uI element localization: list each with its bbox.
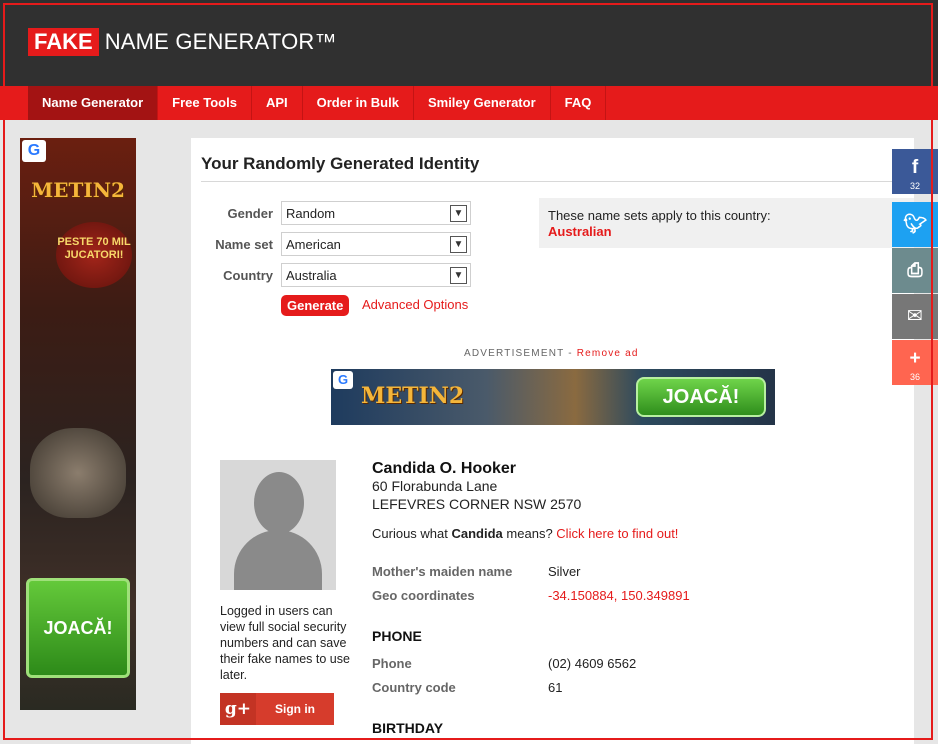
google-signin-button[interactable]: g+ Sign in: [220, 693, 334, 725]
advertisement-label: ADVERTISEMENT - Remove ad: [464, 348, 639, 359]
twitter-icon: 🐦︎: [902, 214, 928, 235]
logo-rest-text: NAME GENERATOR™: [104, 29, 337, 54]
share-print-button[interactable]: ⎙: [892, 248, 938, 293]
country-info-text: These name sets apply to this country:: [548, 208, 771, 223]
facebook-icon: f: [911, 157, 919, 178]
nav-api[interactable]: API: [252, 86, 303, 120]
avatar-body-silhouette: [234, 530, 322, 590]
country-label: Country: [223, 267, 273, 283]
mothers-maiden-label: Mother's maiden name: [372, 564, 513, 579]
google-plus-icon: g+: [220, 693, 256, 725]
gender-select[interactable]: Random ▼: [281, 201, 471, 225]
site-logo[interactable]: FAKE NAME GENERATOR™: [28, 28, 337, 56]
share-facebook-button[interactable]: f 32: [892, 149, 938, 194]
nameset-row: Name set American ▼: [201, 232, 471, 256]
share-more-button[interactable]: + 36: [892, 340, 938, 385]
ad-network-icon: G: [22, 140, 46, 162]
email-icon: ✉: [907, 306, 923, 327]
more-share-count: 36: [909, 372, 920, 382]
nav-name-generator[interactable]: Name Generator: [28, 86, 159, 120]
page-title: Your Randomly Generated Identity: [201, 154, 480, 173]
banner-play-button[interactable]: JOACĂ!: [636, 377, 766, 417]
phone-heading: PHONE: [372, 628, 422, 644]
title-divider: [201, 181, 914, 182]
phone-label: Phone: [372, 656, 412, 671]
nameset-select[interactable]: American ▼: [281, 232, 471, 256]
chevron-down-icon: ▼: [450, 204, 467, 222]
login-prompt-text: Logged in users can view full social sec…: [220, 604, 350, 682]
ad-wolf-illustration: [30, 428, 126, 518]
main-nav: Name Generator Free Tools API Order in B…: [0, 86, 938, 120]
advertisement-text: ADVERTISEMENT -: [464, 348, 573, 359]
generate-button[interactable]: Generate: [281, 295, 350, 316]
curious-prefix: Curious what: [372, 526, 448, 541]
gender-label: Gender: [227, 205, 273, 221]
phone-value: (02) 4609 6562: [548, 656, 637, 671]
country-select-value: Australia: [286, 267, 337, 283]
logo-fake-text: FAKE: [28, 28, 99, 56]
main-content: Your Randomly Generated Identity Gender …: [191, 138, 914, 744]
nameset-select-value: American: [286, 236, 341, 252]
curious-mid: means?: [506, 526, 553, 541]
name-meaning-link[interactable]: Click here to find out!: [556, 526, 678, 541]
mothers-maiden-value: Silver: [548, 564, 581, 579]
share-twitter-button[interactable]: 🐦︎: [892, 202, 938, 247]
gender-select-value: Random: [286, 205, 336, 221]
curious-name: Candida: [451, 526, 503, 541]
plus-icon: +: [909, 348, 921, 369]
left-skyscraper-ad[interactable]: G METIN2 PESTE 70 MIL JUCATORI! JOACĂ!: [20, 138, 136, 710]
signin-label: Sign in: [275, 702, 315, 716]
banner-brand-logo: METIN2: [361, 383, 465, 409]
name-meaning-prompt: Curious what Candida means? Click here t…: [372, 526, 678, 541]
ad-play-button[interactable]: JOACĂ!: [26, 578, 130, 678]
address-line-1: 60 Florabunda Lane: [372, 478, 498, 494]
ad-badge: PESTE 70 MIL JUCATORI!: [56, 222, 132, 288]
remove-ad-link[interactable]: Remove ad: [577, 348, 639, 359]
site-header: FAKE NAME GENERATOR™: [0, 0, 938, 86]
geo-coordinates-link[interactable]: -34.150884, 150.349891: [548, 588, 690, 603]
geo-coordinates-label: Geo coordinates: [372, 588, 475, 603]
facebook-share-count: 32: [909, 181, 920, 191]
identity-name: Candida O. Hooker: [372, 460, 517, 477]
nav-smiley-generator[interactable]: Smiley Generator: [414, 86, 551, 120]
country-code-value: 61: [548, 680, 563, 695]
banner-ad[interactable]: G METIN2 JOACĂ!: [331, 369, 775, 425]
ad-brand-logo: METIN2: [31, 178, 125, 202]
nameset-label: Name set: [215, 236, 273, 252]
avatar: [220, 460, 336, 590]
ad-network-icon: G: [333, 371, 353, 389]
nav-free-tools[interactable]: Free Tools: [158, 86, 252, 120]
country-code-label: Country code: [372, 680, 456, 695]
gender-row: Gender Random ▼: [201, 201, 471, 225]
country-row: Country Australia ▼: [201, 263, 471, 287]
chevron-down-icon: ▼: [450, 235, 467, 253]
country-info-value[interactable]: Australian: [548, 224, 905, 239]
address-line-2: LEFEVRES CORNER NSW 2570: [372, 496, 582, 512]
country-info-box: These name sets apply to this country: A…: [539, 198, 914, 248]
birthday-heading: BIRTHDAY: [372, 720, 444, 736]
nav-order-in-bulk[interactable]: Order in Bulk: [303, 86, 414, 120]
avatar-head-silhouette: [254, 472, 304, 534]
chevron-down-icon: ▼: [450, 266, 467, 284]
share-email-button[interactable]: ✉: [892, 294, 938, 339]
country-select[interactable]: Australia ▼: [281, 263, 471, 287]
advanced-options-link[interactable]: Advanced Options: [362, 297, 468, 312]
print-icon: ⎙: [907, 260, 923, 281]
nav-faq[interactable]: FAQ: [551, 86, 607, 120]
